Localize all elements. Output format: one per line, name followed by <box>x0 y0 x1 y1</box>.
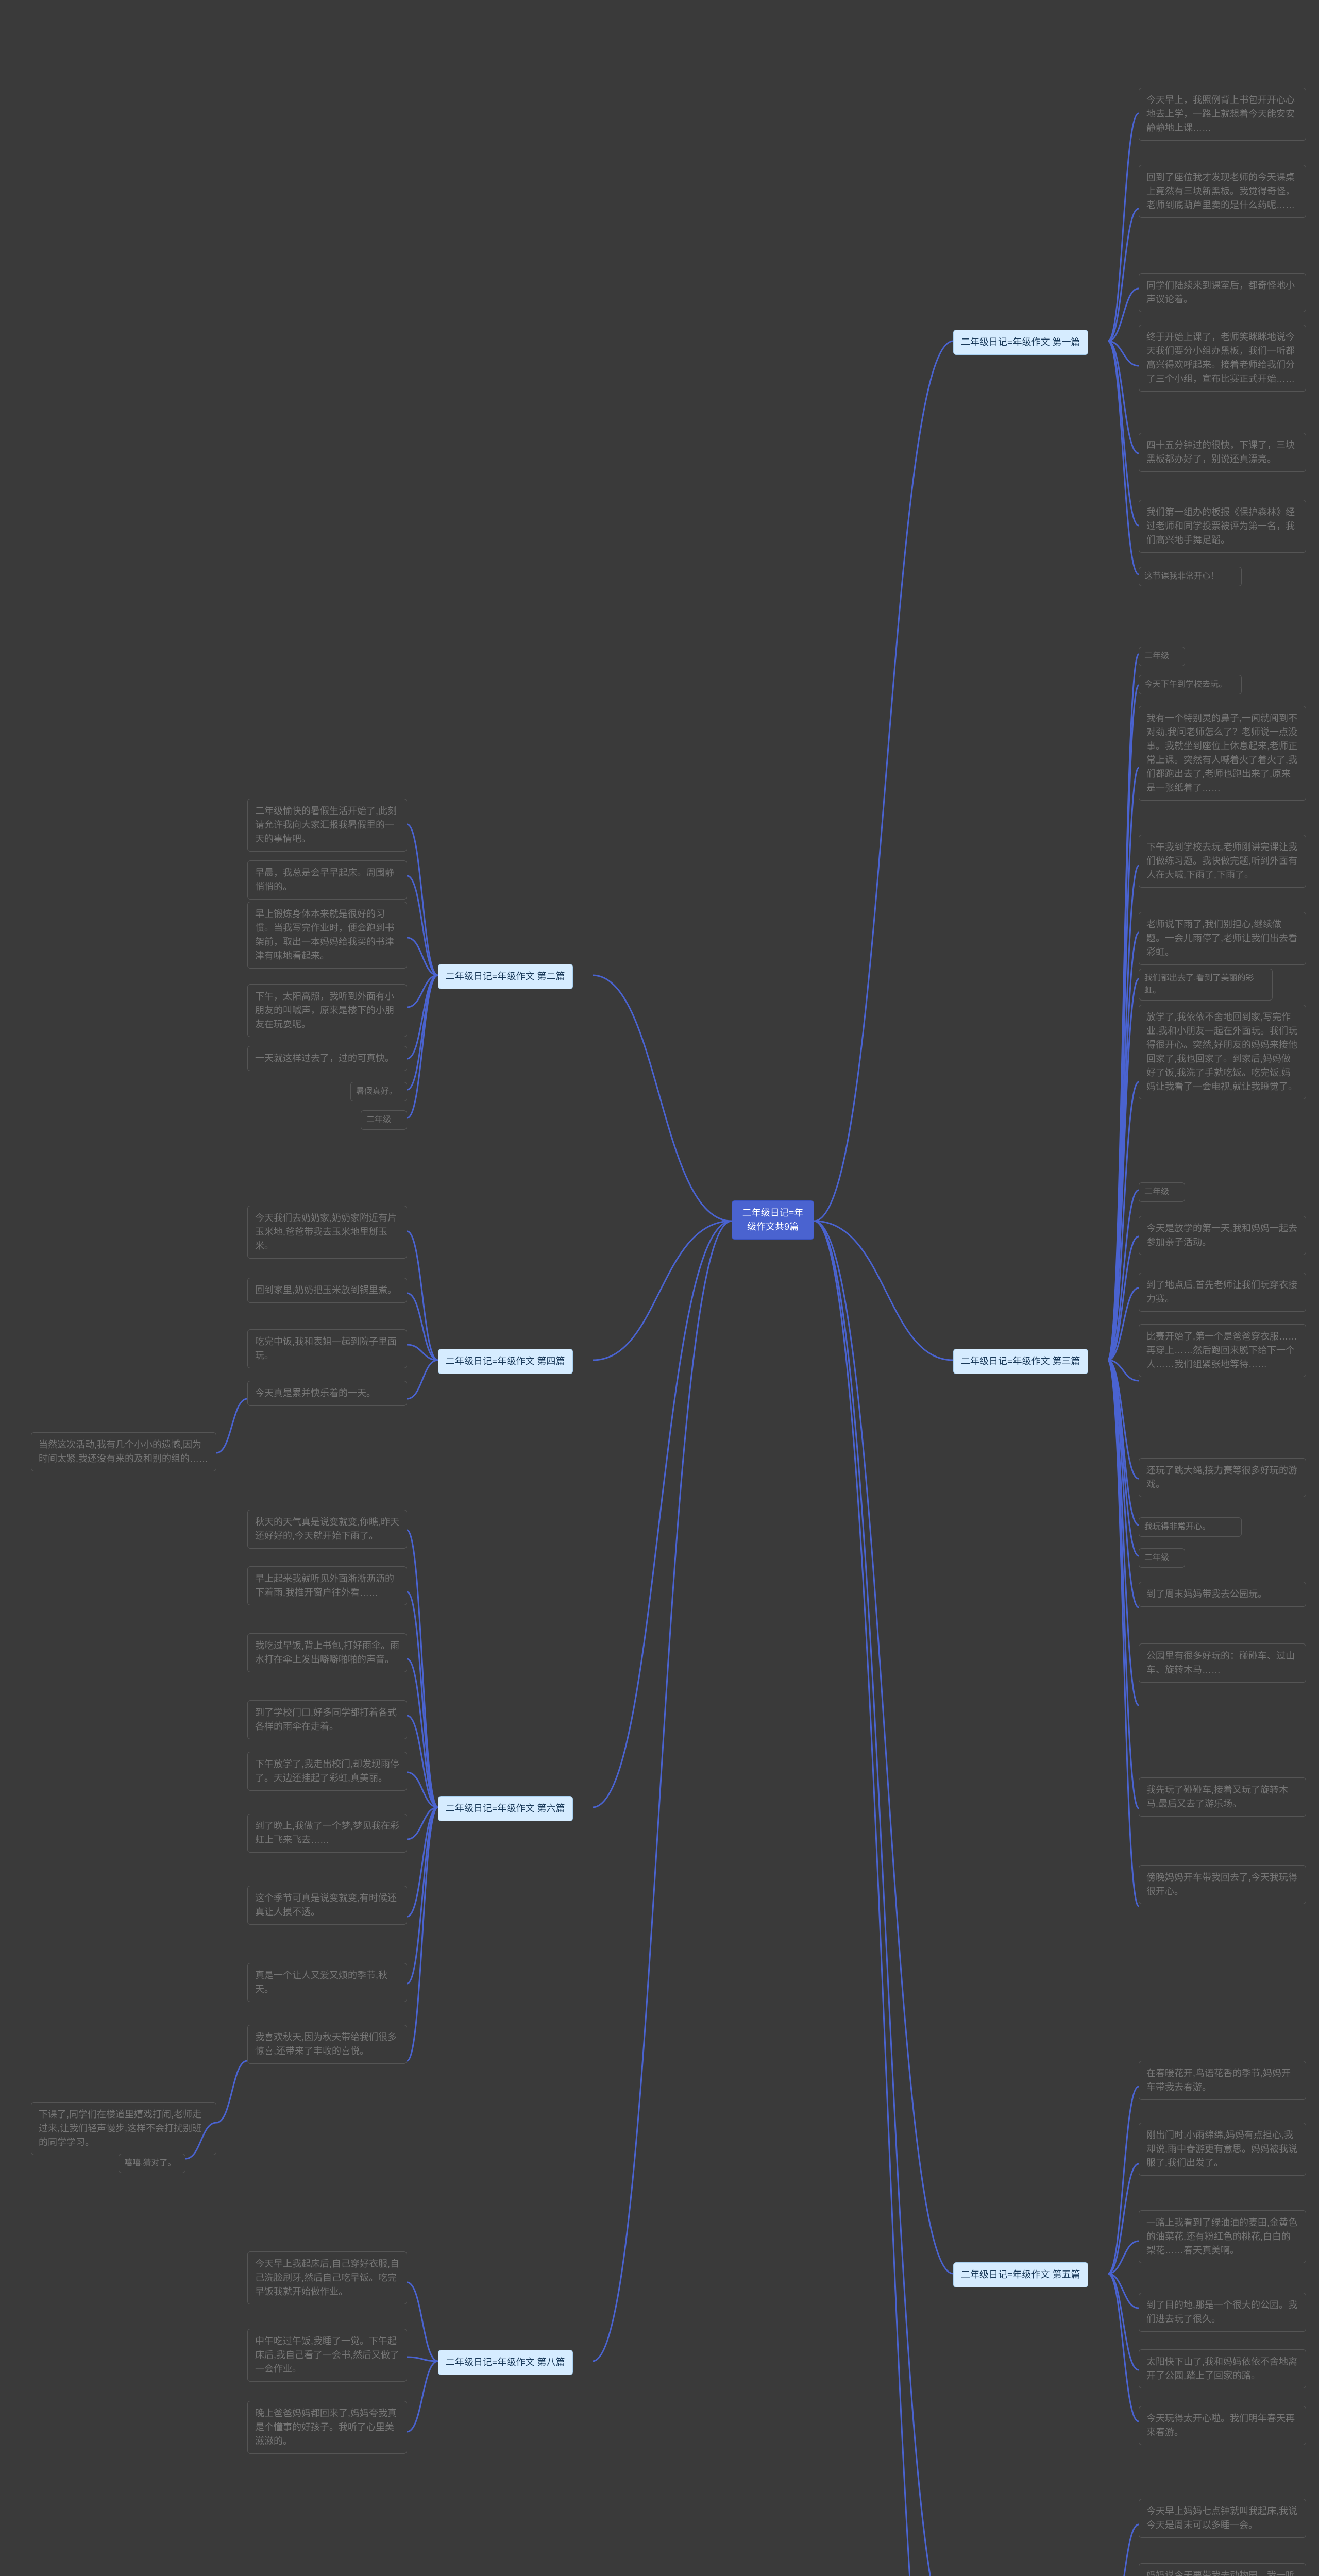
leaf[interactable]: 今天我们去奶奶家,奶奶家附近有片玉米地,爸爸带我去玉米地里掰玉米。 <box>247 1206 407 1259</box>
leaf[interactable]: 秋天的天气真是说变就变,你瞧,昨天还好好的,今天就开始下雨了。 <box>247 1510 407 1549</box>
leaf[interactable]: 中午吃过午饭,我睡了一觉。下午起床后,我自己看了一会书,然后又做了一会作业。 <box>247 2329 407 2382</box>
leaf[interactable]: 还玩了跳大绳,接力赛等很多好玩的游戏。 <box>1139 1458 1306 1497</box>
leaf-side[interactable]: 嘻嘻,猜对了。 <box>119 2154 185 2173</box>
leaf-side[interactable]: 下课了,同学们在楼道里嬉戏打闹,老师走过来,让我们轻声慢步,这样不会打扰别班的同… <box>31 2102 216 2155</box>
leaf[interactable]: 下午，太阳高照，我听到外面有小朋友的叫喊声，原来是楼下的小朋友在玩耍呢。 <box>247 984 407 1037</box>
branch-5[interactable]: 二年级日记=年级作文 第五篇 <box>953 2262 1088 2287</box>
branch-8[interactable]: 二年级日记=年级作文 第八篇 <box>438 2350 573 2375</box>
leaf[interactable]: 下午放学了,我走出校门,却发现雨停了。天边还挂起了彩虹,真美丽。 <box>247 1752 407 1791</box>
leaf[interactable]: 我喜欢秋天,因为秋天带给我们很多惊喜,还带来了丰收的喜悦。 <box>247 2025 407 2064</box>
leaf[interactable]: 比赛开始了,第一个是爸爸穿衣服……再穿上……然后跑回来脱下给下一个人……我们组紧… <box>1139 1324 1306 1377</box>
leaf-side[interactable]: 当然这次活动,我有几个小小的遗憾,因为时间太紧,我还没有来的及和别的组的…… <box>31 1432 216 1471</box>
leaf[interactable]: 到了学校门口,好多同学都打着各式各样的雨伞在走着。 <box>247 1700 407 1739</box>
leaf[interactable]: 回到家里,奶奶把玉米放到锅里煮。 <box>247 1278 407 1303</box>
branch-1[interactable]: 二年级日记=年级作文 第一篇 <box>953 330 1088 355</box>
leaf[interactable]: 暑假真好。 <box>350 1082 407 1101</box>
leaf[interactable]: 我玩得非常开心。 <box>1139 1517 1242 1537</box>
leaf[interactable]: 终于开始上课了，老师笑眯眯地说今天我们要分小组办黑板，我们一听都高兴得欢呼起来。… <box>1139 325 1306 392</box>
leaf[interactable]: 二年级 <box>1139 1548 1185 1568</box>
leaf[interactable]: 太阳快下山了,我和妈妈依依不舍地离开了公园,踏上了回家的路。 <box>1139 2349 1306 2388</box>
leaf[interactable]: 我吃过早饭,背上书包,打好雨伞。雨水打在伞上发出噼噼啪啪的声音。 <box>247 1633 407 1672</box>
branch-2[interactable]: 二年级日记=年级作文 第二篇 <box>438 964 573 989</box>
leaf[interactable]: 这个季节可真是说变就变,有时候还真让人摸不透。 <box>247 1886 407 1925</box>
leaf[interactable]: 到了目的地,那是一个很大的公园。我们进去玩了很久。 <box>1139 2293 1306 2332</box>
leaf[interactable]: 今天早上我起床后,自己穿好衣服,自己洗脸刷牙,然后自己吃早饭。吃完早饭我就开始做… <box>247 2251 407 2304</box>
leaf[interactable]: 二年级 <box>1139 647 1185 666</box>
leaf[interactable]: 回到了座位我才发现老师的今天课桌上竟然有三块新黑板。我觉得奇怪，老师到底葫芦里卖… <box>1139 165 1306 218</box>
leaf[interactable]: 早晨，我总是会早早起床。周围静悄悄的。 <box>247 860 407 900</box>
leaf[interactable]: 刚出门时,小雨绵绵,妈妈有点担心,我却说,雨中春游更有意思。妈妈被我说服了,我们… <box>1139 2123 1306 2176</box>
leaf[interactable]: 四十五分钟过的很快，下课了，三块黑板都办好了，别说还真漂亮。 <box>1139 433 1306 472</box>
leaf[interactable]: 这节课我非常开心！ <box>1139 567 1242 586</box>
leaf[interactable]: 二年级 <box>361 1110 407 1130</box>
link-layer <box>0 0 1319 2576</box>
mindmap-canvas: 二年级日记=年级作文共9篇 二年级日记=年级作文 第一篇 二年级日记=年级作文 … <box>0 0 1319 2576</box>
leaf[interactable]: 早上起来我就听见外面淅淅沥沥的下着雨,我推开窗户往外看…… <box>247 1566 407 1605</box>
leaf[interactable]: 真是一个让人又爱又烦的季节,秋天。 <box>247 1963 407 2002</box>
branch-3[interactable]: 二年级日记=年级作文 第三篇 <box>953 1349 1088 1374</box>
leaf[interactable]: 妈妈说今天要带我去动物园。我一听高兴地从床上跳了起来。 <box>1139 2563 1306 2576</box>
leaf[interactable]: 同学们陆续来到课室后，都奇怪地小声议论着。 <box>1139 273 1306 312</box>
leaf[interactable]: 今天下午到学校去玩。 <box>1139 675 1242 694</box>
leaf[interactable]: 我先玩了碰碰车,接着又玩了旋转木马,最后又去了游乐场。 <box>1139 1777 1306 1817</box>
leaf[interactable]: 一天就这样过去了，过的可真快。 <box>247 1046 407 1071</box>
leaf[interactable]: 一路上我看到了绿油油的麦田,金黄色的油菜花,还有粉红色的桃花,白白的梨花……春天… <box>1139 2210 1306 2263</box>
leaf[interactable]: 傍晚妈妈开车带我回去了,今天我玩得很开心。 <box>1139 1865 1306 1904</box>
leaf[interactable]: 到了地点后,首先老师让我们玩穿衣接力赛。 <box>1139 1273 1306 1312</box>
leaf[interactable]: 今天早上妈妈七点钟就叫我起床,我说今天是周末可以多睡一会。 <box>1139 2499 1306 2538</box>
branch-4[interactable]: 二年级日记=年级作文 第四篇 <box>438 1349 573 1374</box>
leaf[interactable]: 今天早上，我照例背上书包开开心心地去上学，一路上就想着今天能安安静静地上课…… <box>1139 88 1306 141</box>
leaf[interactable]: 公园里有很多好玩的：碰碰车、过山车、旋转木马…… <box>1139 1643 1306 1683</box>
branch-6[interactable]: 二年级日记=年级作文 第六篇 <box>438 1796 573 1821</box>
leaf[interactable]: 晚上爸爸妈妈都回来了,妈妈夸我真是个懂事的好孩子。我听了心里美滋滋的。 <box>247 2401 407 2454</box>
root-node[interactable]: 二年级日记=年级作文共9篇 <box>732 1200 814 1240</box>
leaf[interactable]: 放学了,我依依不舍地回到家,写完作业,我和小朋友一起在外面玩。我们玩得很开心。突… <box>1139 1005 1306 1099</box>
leaf[interactable]: 老师说下雨了,我们别担心,继续做题。一会儿雨停了,老师让我们出去看彩虹。 <box>1139 912 1306 965</box>
leaf[interactable]: 二年级 <box>1139 1182 1185 1202</box>
leaf[interactable]: 下午我到学校去玩,老师刚讲完课让我们做练习题。我快做完题,听到外面有人在大喊,下… <box>1139 835 1306 888</box>
leaf[interactable]: 到了周末妈妈带我去公园玩。 <box>1139 1582 1306 1607</box>
leaf[interactable]: 吃完中饭,我和表姐一起到院子里面玩。 <box>247 1329 407 1368</box>
leaf[interactable]: 二年级愉快的暑假生活开始了,此刻请允许我向大家汇报我暑假里的一天的事情吧。 <box>247 799 407 852</box>
leaf[interactable]: 在春暖花开,鸟语花香的季节,妈妈开车带我去春游。 <box>1139 2061 1306 2100</box>
leaf[interactable]: 今天玩得太开心啦。我们明年春天再来春游。 <box>1139 2406 1306 2445</box>
leaf[interactable]: 我们第一组办的板报《保护森林》经过老师和同学投票被评为第一名，我们高兴地手舞足蹈… <box>1139 500 1306 553</box>
leaf[interactable]: 我们都出去了,看到了美丽的彩虹。 <box>1139 969 1273 1001</box>
leaf[interactable]: 早上锻炼身体本来就是很好的习惯。当我写完作业时，便会跑到书架前，取出一本妈妈给我… <box>247 902 407 969</box>
leaf[interactable]: 今天是放学的第一天,我和妈妈一起去参加亲子活动。 <box>1139 1216 1306 1255</box>
leaf[interactable]: 到了晚上,我做了一个梦,梦见我在彩虹上飞来飞去…… <box>247 1814 407 1853</box>
leaf[interactable]: 我有一个特别灵的鼻子,一闻就闻到不对劲,我问老师怎么了？老师说一点没事。我就坐到… <box>1139 706 1306 801</box>
leaf[interactable]: 今天真是累并快乐着的一天。 <box>247 1381 407 1406</box>
